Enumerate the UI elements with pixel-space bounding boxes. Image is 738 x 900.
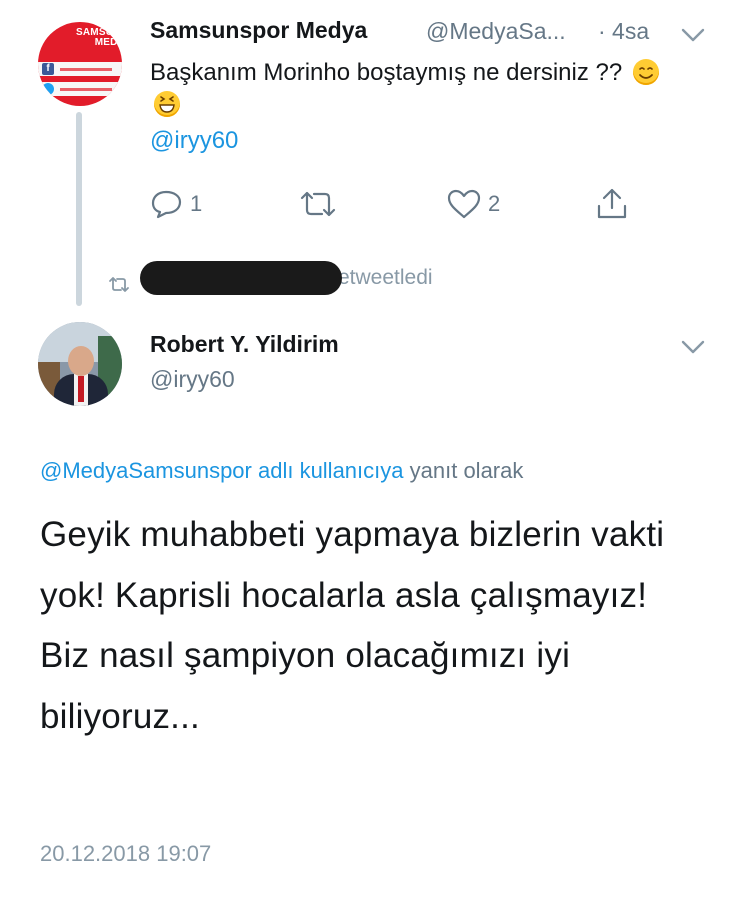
avatar-logo-text: SAMSUNSPOR MEDYA [76, 27, 122, 48]
parent-tweet-time[interactable]: · 4sa [598, 18, 649, 45]
chevron-down-icon[interactable] [680, 26, 706, 44]
avatar-band-text [60, 88, 112, 91]
retweeted-by-label: etweetledi [338, 266, 433, 289]
retweet-button[interactable] [298, 188, 344, 220]
main-tweet-timestamp: 20.12.2018 19:07 [40, 841, 212, 866]
parent-tweet-mention-link[interactable]: @iryy60 [150, 127, 238, 155]
main-tweet-text: Geyik muhabbeti yapmaya bizlerin vakti y… [40, 515, 665, 736]
avatar-samsunspor-medya[interactable]: SAMSUNSPOR MEDYA f [38, 22, 122, 106]
retweet-arrows-icon [300, 191, 336, 217]
parent-tweet-display-name[interactable]: Samsunspor Medya [150, 17, 367, 44]
heart-outline-icon [447, 189, 481, 219]
share-button[interactable] [594, 186, 630, 222]
like-count: 2 [488, 191, 501, 216]
reply-count: 1 [190, 191, 203, 216]
grinning-face-emoji-icon [154, 91, 180, 117]
retweet-small-icon [109, 277, 129, 292]
parent-tweet-text-content: Başkanım Morinho boştaymış ne dersiniz ?… [150, 59, 623, 86]
facebook-icon: f [42, 63, 54, 75]
like-button[interactable]: 2 [446, 188, 500, 220]
twitter-icon [42, 83, 54, 95]
avatar-robert-yildirim[interactable] [38, 322, 122, 406]
smiling-face-emoji-icon [632, 59, 659, 85]
avatar-band-text [60, 68, 112, 71]
thread-connector-line [76, 112, 82, 306]
replying-to-suffix: yanıt olarak [409, 458, 524, 483]
speech-bubble-icon [151, 190, 182, 219]
parent-tweet-handle[interactable]: @MedyaSa... [426, 18, 566, 45]
main-tweet-handle[interactable]: @iryy60 [150, 366, 235, 393]
replying-to-line: @MedyaSamsunspor adlı kullanıcıya yanıt … [40, 458, 523, 484]
main-tweet-display-name[interactable]: Robert Y. Yildirim [150, 331, 339, 358]
share-upload-icon [597, 188, 627, 219]
redacted-username-block [140, 261, 342, 295]
parent-tweet-text: Başkanım Morinho boştaymış ne dersiniz ?… [150, 57, 660, 121]
replying-to-mention-link[interactable]: @MedyaSamsunspor adlı kullanıcıya [40, 458, 404, 483]
chevron-down-icon[interactable] [680, 338, 706, 356]
reply-button[interactable]: 1 [150, 188, 202, 220]
